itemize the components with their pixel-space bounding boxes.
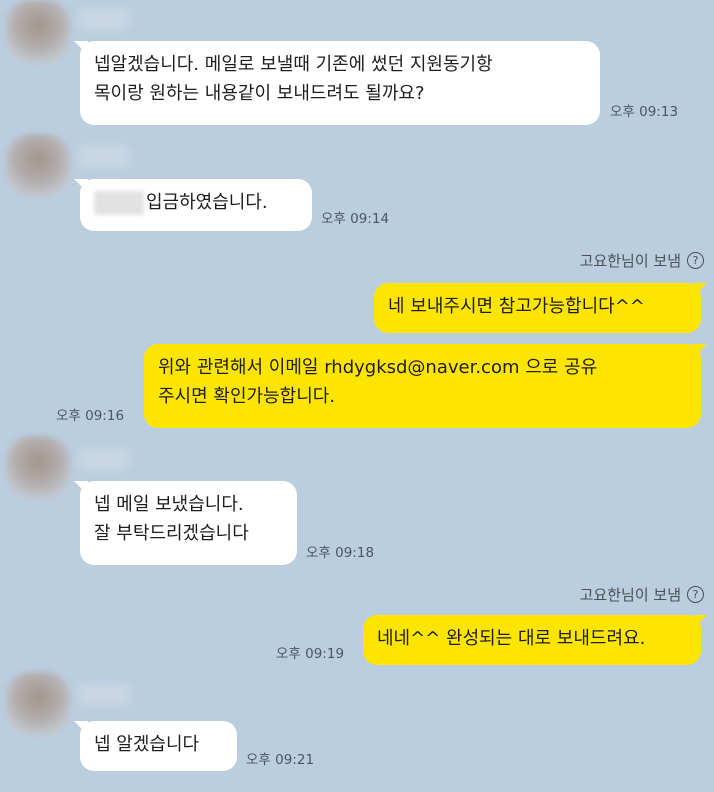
sender-avatar[interactable] [6,436,70,500]
message-text: 넵 메일 보냈습니다. [94,494,244,515]
sender-avatar[interactable] [6,134,70,198]
sender-name [78,448,130,470]
message-text: 잘 부탁드리겠습니다 [94,523,249,544]
sender-name [78,146,130,168]
message-text: 넵 알겠습니다 [94,734,200,755]
sent-by-label: 고요한님이 보냄 ? [580,584,704,605]
message-text: 입금하였습니다. [146,192,268,213]
message-time: 오후 09:18 [306,545,375,561]
message-text: 네 보내주시면 참고가능합니다^^ [388,296,645,317]
sent-by-text: 고요한님이 보냄 [579,586,681,604]
message-text: 네네^^ 완성되는 대로 보내드려요. [377,628,646,649]
message-time: 오후 09:19 [276,646,345,662]
sender-name [78,684,130,706]
message-time: 오후 09:14 [321,211,390,227]
message-bubble-incoming[interactable]: 입금하였습니다. [80,179,312,231]
message-text: 넵알겠습니다. 메일로 보낼때 기존에 썼던 지원동기항 [94,54,493,75]
message-bubble-incoming[interactable]: 넵 알겠습니다 [80,721,237,771]
sender-avatar[interactable] [6,672,70,736]
message-time: 오후 09:16 [56,408,125,424]
message-bubble-incoming[interactable]: 넵 메일 보냈습니다. 잘 부탁드리겠습니다 [80,481,297,565]
message-text: 주시면 확인가능합니다. [158,386,336,407]
help-icon[interactable]: ? [687,586,704,603]
help-icon[interactable]: ? [687,252,704,269]
message-bubble-outgoing[interactable]: 위와 관련해서 이메일 rhdygksd@naver.com 으로 공유 주시면… [144,344,701,428]
message-time: 오후 09:21 [246,752,315,768]
message-text: 위와 관련해서 이메일 rhdygksd@naver.com 으로 공유 [158,357,598,378]
message-time: 오후 09:13 [610,104,679,120]
sent-by-label: 고요한님이 보냄 ? [580,250,704,271]
sender-avatar[interactable] [6,0,70,64]
message-text: 목이랑 원하는 내용같이 보내드려도 될까요? [94,83,425,104]
message-bubble-outgoing[interactable]: 네 보내주시면 참고가능합니다^^ [374,283,701,333]
sender-name [78,8,130,30]
sent-by-text: 고요한님이 보냄 [579,252,681,270]
message-bubble-incoming[interactable]: 넵알겠습니다. 메일로 보낼때 기존에 썼던 지원동기항 목이랑 원하는 내용같… [80,41,600,125]
redacted-text [94,191,144,215]
message-bubble-outgoing[interactable]: 네네^^ 완성되는 대로 보내드려요. [363,615,701,665]
